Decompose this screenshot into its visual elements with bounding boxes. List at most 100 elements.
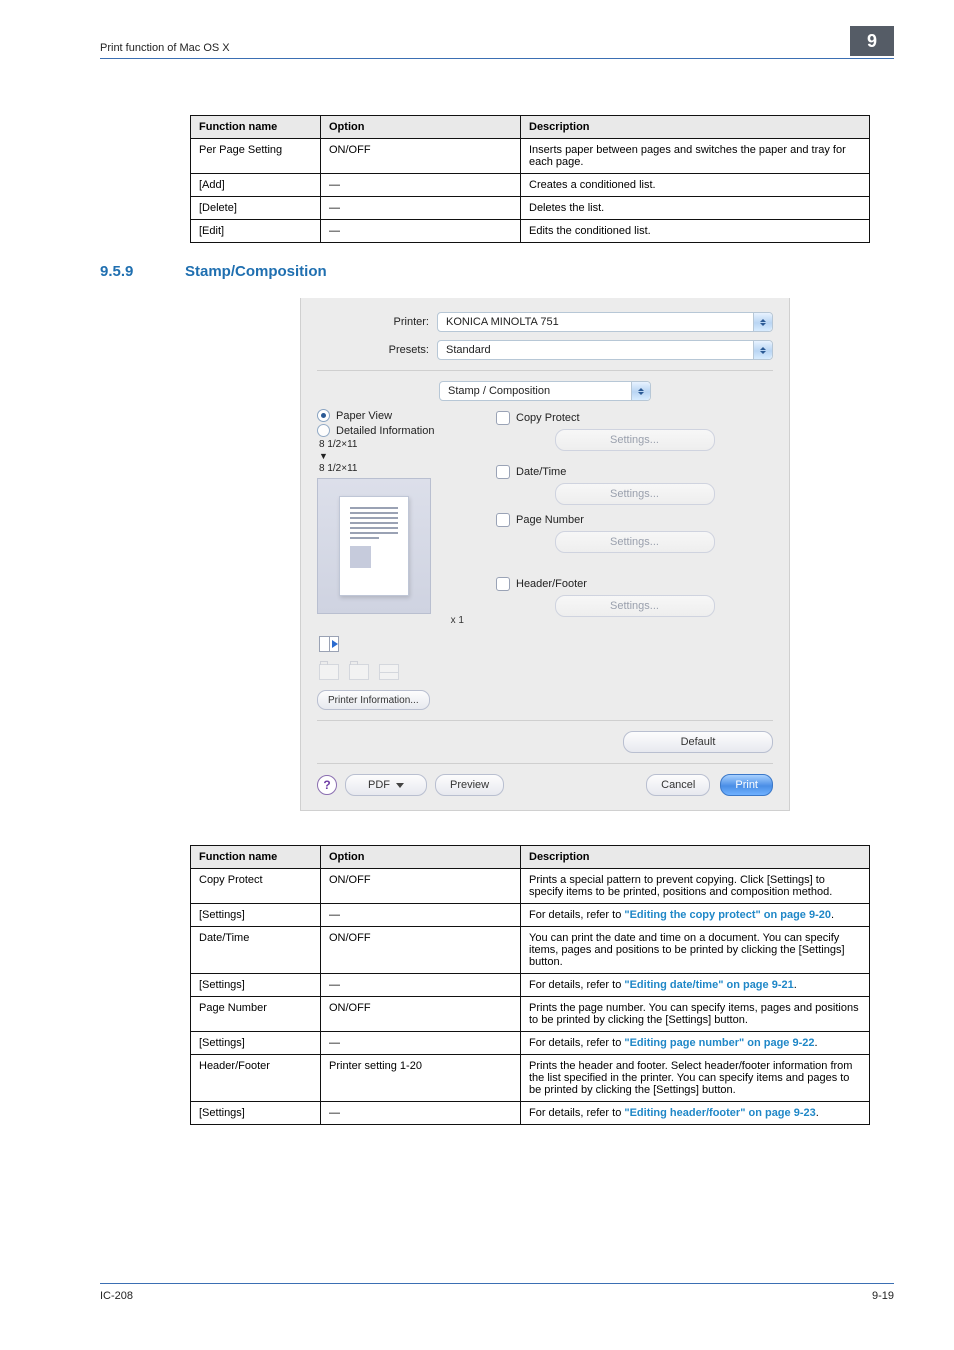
link[interactable]: "Editing the copy protect" on page 9-20 <box>624 909 831 921</box>
th-description: Description <box>521 846 870 869</box>
checkbox-icon <box>496 465 510 479</box>
header-footer-checkbox[interactable]: Header/Footer <box>496 577 773 591</box>
cell-func: [Add] <box>191 174 321 197</box>
popup-arrow-icon <box>753 313 772 331</box>
link[interactable]: "Editing date/time" on page 9-21 <box>624 979 793 991</box>
printer-value: KONICA MINOLTA 751 <box>438 316 559 328</box>
table-stamp-composition: Function name Option Description Copy Pr… <box>190 845 870 1125</box>
pdf-popup-button[interactable]: PDF <box>345 774 427 796</box>
help-button[interactable]: ? <box>317 775 337 795</box>
page-icon <box>339 496 409 596</box>
presets-popup[interactable]: Standard <box>437 340 773 360</box>
checkbox-label: Page Number <box>516 514 584 526</box>
finish-icons-2 <box>317 662 482 682</box>
section-heading: 9.5.9 Stamp/Composition <box>100 263 894 280</box>
copy-protect-block: Copy Protect Settings... <box>496 411 773 451</box>
cell-opt: — <box>321 974 521 997</box>
date-time-checkbox[interactable]: Date/Time <box>496 465 773 479</box>
cell-desc: Deletes the list. <box>521 197 870 220</box>
pane-popup[interactable]: Stamp / Composition <box>439 381 651 401</box>
table-row: Date/Time ON/OFF You can print the date … <box>191 927 870 974</box>
chevron-down-icon <box>396 783 404 788</box>
cell-desc: Edits the conditioned list. <box>521 220 870 243</box>
cell-func: [Settings] <box>191 1032 321 1055</box>
cell-desc: Prints the header and footer. Select hea… <box>521 1055 870 1102</box>
footer-right: 9-19 <box>872 1290 894 1302</box>
page-number-checkbox[interactable]: Page Number <box>496 513 773 527</box>
th-description: Description <box>521 116 870 139</box>
cell-opt: — <box>321 220 521 243</box>
cell-opt: ON/OFF <box>321 139 521 174</box>
punch-icon <box>347 662 371 682</box>
checkbox-icon <box>496 577 510 591</box>
cell-desc: Creates a conditioned list. <box>521 174 870 197</box>
table-row: [Settings] — For details, refer to "Edit… <box>191 974 870 997</box>
cancel-button[interactable]: Cancel <box>646 774 710 796</box>
popup-arrow-icon <box>753 341 772 359</box>
th-option: Option <box>321 116 521 139</box>
divider <box>317 720 773 721</box>
cell-func: Page Number <box>191 997 321 1032</box>
page-header: Print function of Mac OS X <box>100 42 894 82</box>
cell-desc: For details, refer to "Editing date/time… <box>521 974 870 997</box>
cell-func: Per Page Setting <box>191 139 321 174</box>
paper-size-text: 8 1/2×11 <box>319 463 482 474</box>
table-per-page: Function name Option Description Per Pag… <box>190 115 870 243</box>
cell-desc: You can print the date and time on a doc… <box>521 927 870 974</box>
header-left-text: Print function of Mac OS X <box>100 42 230 54</box>
cell-func: Copy Protect <box>191 869 321 904</box>
date-time-settings-button[interactable]: Settings... <box>555 483 715 505</box>
default-button[interactable]: Default <box>623 731 773 753</box>
cell-opt: ON/OFF <box>321 997 521 1032</box>
cell-func: Header/Footer <box>191 1055 321 1102</box>
divider <box>317 763 773 764</box>
printer-label: Printer: <box>317 316 437 328</box>
section-title: Stamp/Composition <box>185 263 327 280</box>
checkbox-icon <box>496 411 510 425</box>
page-number-block: Page Number Settings... <box>496 513 773 553</box>
checkbox-label: Header/Footer <box>516 578 587 590</box>
page-number-settings-button[interactable]: Settings... <box>555 531 715 553</box>
cell-opt: — <box>321 1102 521 1125</box>
radio-label: Detailed Information <box>336 425 434 437</box>
cell-func: Date/Time <box>191 927 321 974</box>
date-time-block: Date/Time Settings... <box>496 465 773 505</box>
th-function: Function name <box>191 116 321 139</box>
table-row: Per Page Setting ON/OFF Inserts paper be… <box>191 139 870 174</box>
header-footer-settings-button[interactable]: Settings... <box>555 595 715 617</box>
table-row: [Settings] — For details, refer to "Edit… <box>191 904 870 927</box>
section-number: 9.5.9 <box>100 263 155 280</box>
cell-desc: Inserts paper between pages and switches… <box>521 139 870 174</box>
finish-icons <box>317 634 482 654</box>
paper-size-text: 8 1/2×11 <box>319 439 482 450</box>
cell-func: [Settings] <box>191 974 321 997</box>
popup-arrow-icon <box>631 382 650 400</box>
preview-button[interactable]: Preview <box>435 774 504 796</box>
radio-detailed-info[interactable]: Detailed Information <box>317 424 482 437</box>
copy-protect-checkbox[interactable]: Copy Protect <box>496 411 773 425</box>
fold-icon <box>377 662 401 682</box>
cell-func: [Settings] <box>191 1102 321 1125</box>
presets-label: Presets: <box>317 344 437 356</box>
printer-information-button[interactable]: Printer Information... <box>317 690 430 710</box>
print-dialog: Printer: KONICA MINOLTA 751 Presets: Sta… <box>300 298 790 811</box>
cell-func: [Settings] <box>191 904 321 927</box>
th-option: Option <box>321 846 521 869</box>
copy-protect-settings-button[interactable]: Settings... <box>555 429 715 451</box>
cell-opt: — <box>321 1032 521 1055</box>
table-row: [Add] — Creates a conditioned list. <box>191 174 870 197</box>
radio-on-icon <box>317 409 330 422</box>
arrow-down-icon: ▼ <box>319 451 482 461</box>
link[interactable]: "Editing page number" on page 9-22 <box>624 1037 814 1049</box>
presets-value: Standard <box>438 344 491 356</box>
th-function: Function name <box>191 846 321 869</box>
link[interactable]: "Editing header/footer" on page 9-23 <box>624 1107 815 1119</box>
cell-func: [Delete] <box>191 197 321 220</box>
print-button[interactable]: Print <box>720 774 773 796</box>
cell-desc: For details, refer to "Editing header/fo… <box>521 1102 870 1125</box>
scale-text: x 1 <box>317 615 482 626</box>
printer-popup[interactable]: KONICA MINOLTA 751 <box>437 312 773 332</box>
cell-func: [Edit] <box>191 220 321 243</box>
radio-paper-view[interactable]: Paper View <box>317 409 482 422</box>
table-row: [Settings] — For details, refer to "Edit… <box>191 1102 870 1125</box>
